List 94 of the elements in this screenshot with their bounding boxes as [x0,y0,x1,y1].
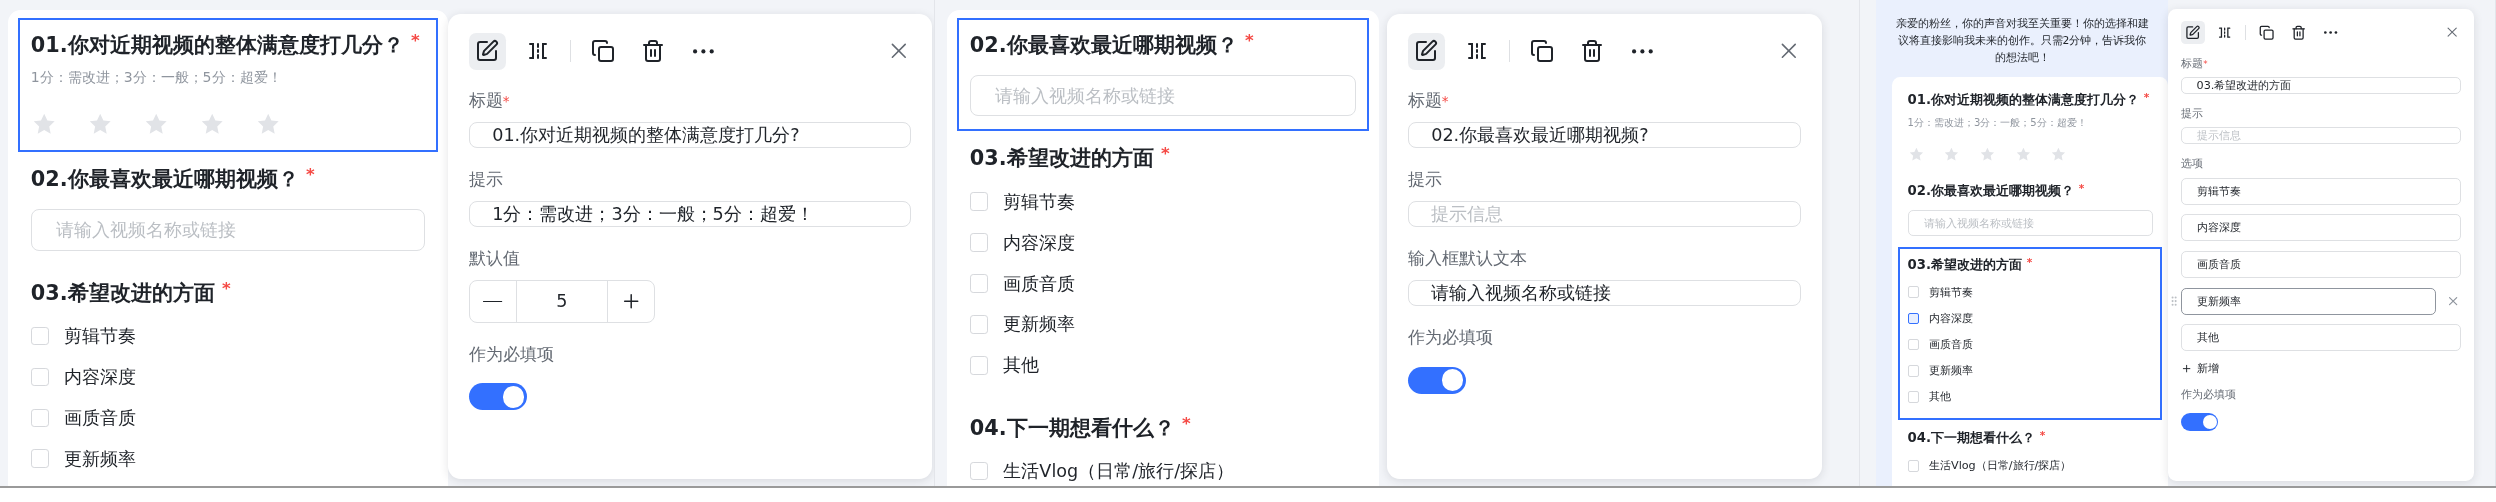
option-label: 其他 [1003,354,1040,378]
text-field[interactable]: 01.你对近期视频的整体满意度打几分? [468,121,912,148]
option-label: 画质音质 [1003,272,1076,296]
minus-icon [483,300,503,303]
question-title: 03.希望改进的方面 * [969,144,1171,173]
trash-icon [2291,24,2307,41]
copy-icon [1529,39,1554,64]
star-icon[interactable] [1907,145,1925,163]
edit-icon [475,39,500,64]
required-mark: * [1160,144,1170,166]
required-mark: * [2143,91,2150,106]
trash-icon [640,39,665,64]
checkbox[interactable] [1907,312,1920,325]
option-field[interactable]: 内容深度 [2181,214,2461,242]
field-label: 提示 [468,167,504,191]
option-field[interactable]: 更新频率 [2181,287,2437,315]
option-label: 剪辑节奏 [1928,284,1973,300]
question-card[interactable]: 04.下一期想看什么？ * 生活Vlog（日常/旅行/探店） [956,400,1370,486]
toolbar-button[interactable] [2181,20,2205,45]
question-title: 03.希望改进的方面 * [1907,255,2034,274]
option-field[interactable]: 其他 [2181,324,2461,352]
option-field[interactable]: 画质音质 [2181,250,2461,278]
option-label: 更新频率 [1003,313,1076,337]
edit-icon [1414,39,1439,64]
toggle-switch[interactable] [1407,366,1467,394]
field-label: 选项 [2181,157,2205,172]
toggle-switch[interactable] [468,383,528,411]
field-label: 作为必填项 [468,342,555,366]
edit-icon [2185,24,2201,41]
toolbar-button[interactable] [468,32,506,70]
option-label: 画质音质 [64,406,137,430]
field-label: 标题* [1407,88,1450,112]
text-field[interactable]: 03.希望改进的方面 [2181,77,2461,95]
option-label: 更新频率 [64,447,137,471]
question-title: 04.下一期想看什么？ * [969,413,1192,442]
required-mark: * [410,30,420,52]
required-mark: * [1244,30,1254,52]
field-label: 默认值 [468,247,521,271]
required-mark: * [2039,429,2046,444]
star-icon[interactable] [1978,145,1996,163]
option-label: 剪辑节奏 [1003,190,1076,214]
option-label: 画质音质 [1928,337,1973,353]
plus-icon [2181,362,2193,375]
question-card[interactable]: 01.你对近期视频的整体满意度打几分？ * 1分：需改进；3分：一般；5分：超爱！ [1898,82,2162,173]
option-label: 内容深度 [1003,231,1076,255]
more-icon [1631,48,1653,54]
more-icon [692,48,714,54]
option-label: 生活Vlog（日常/旅行/探店） [1003,460,1235,484]
field-label: 标题* [2181,56,2209,71]
option-label: 生活Vlog（日常/旅行/探店） [1928,458,2072,474]
more-icon [2324,31,2338,35]
intro-text: 亲爱的粉丝，你的声音对我至关重要！你的选择和建议将直接影响我未来的创作。只需2分钟，告诉我你的想法吧！ [1894,16,2150,67]
field-label: 作为必填项 [1407,326,1494,350]
field-label: 提示 [2181,106,2205,121]
text-field[interactable]: 02.你最喜欢最近哪期视频? [1407,121,1802,148]
field-label: 标题* [468,88,511,112]
toggle-switch[interactable] [2181,413,2219,431]
required-mark: * [1181,413,1191,435]
star-icon[interactable] [2014,145,2032,163]
option-field[interactable]: 剪辑节奏 [2181,177,2461,205]
question-title: 02.你最喜欢最近哪期视频？ * [1907,181,2086,200]
option-label: 更新频率 [1928,363,1973,379]
question-card[interactable]: 03.希望改进的方面 * 剪辑节奏 内容深度 画质音质 更新频率 其他 [1898,246,2162,420]
question-card[interactable]: 04.下一期想看什么？ * 生活Vlog（日常/旅行/探店） [1898,420,2162,486]
question-title: 03.希望改进的方面 * [30,278,232,307]
question-title: 02.你最喜欢最近哪期视频？ * [30,164,316,193]
add-option-button[interactable]: 新增 [2181,361,2219,376]
option-label: 内容深度 [64,365,137,389]
option-label: 剪辑节奏 [64,324,137,348]
trash-icon [1579,39,1604,64]
copy-icon [2259,24,2275,41]
question-card[interactable]: 02.你最喜欢最近哪期视频？ * 请输入视频名称或链接 [1898,172,2162,247]
question-title: 02.你最喜欢最近哪期视频？ * [969,30,1255,59]
question-hint: 1分：需改进；3分：一般；5分：超爱！ [30,68,283,87]
option-label: 内容深度 [1928,310,1973,326]
question-card[interactable]: 02.你最喜欢最近哪期视频？ * 请输入视频名称或链接 [956,17,1370,132]
copy-icon [590,39,615,64]
toolbar-button[interactable] [1407,32,1445,70]
required-mark: * [2026,255,2033,270]
question-card[interactable]: 01.你对近期视频的整体满意度打几分？ * 1分：需改进；3分：一般；5分：超爱！ [17,17,439,152]
field-label: 作为必填项 [2181,388,2238,403]
field-label: 提示 [1407,167,1443,191]
required-mark: * [305,164,315,186]
option-label: 其他 [1928,389,1951,405]
question-title: 04.下一期想看什么？ * [1907,429,2047,448]
text-field[interactable]: 请输入视频名称或链接 [1407,280,1802,307]
required-mark: * [221,278,231,300]
question-hint: 1分：需改进；3分：一般；5分：超爱！ [1907,116,2088,131]
question-title: 01.你对近期视频的整体满意度打几分？ * [1907,91,2151,110]
question-title: 01.你对近期视频的整体满意度打几分？ * [30,30,421,59]
field-label: 输入框默认文本 [1407,247,1528,271]
text-field[interactable]: 1分：需改进；3分：一般；5分：超爱！ [468,201,912,228]
question-card[interactable]: 02.你最喜欢最近哪期视频？ * 请输入视频名称或链接 [17,151,439,266]
required-mark: * [2078,181,2085,196]
